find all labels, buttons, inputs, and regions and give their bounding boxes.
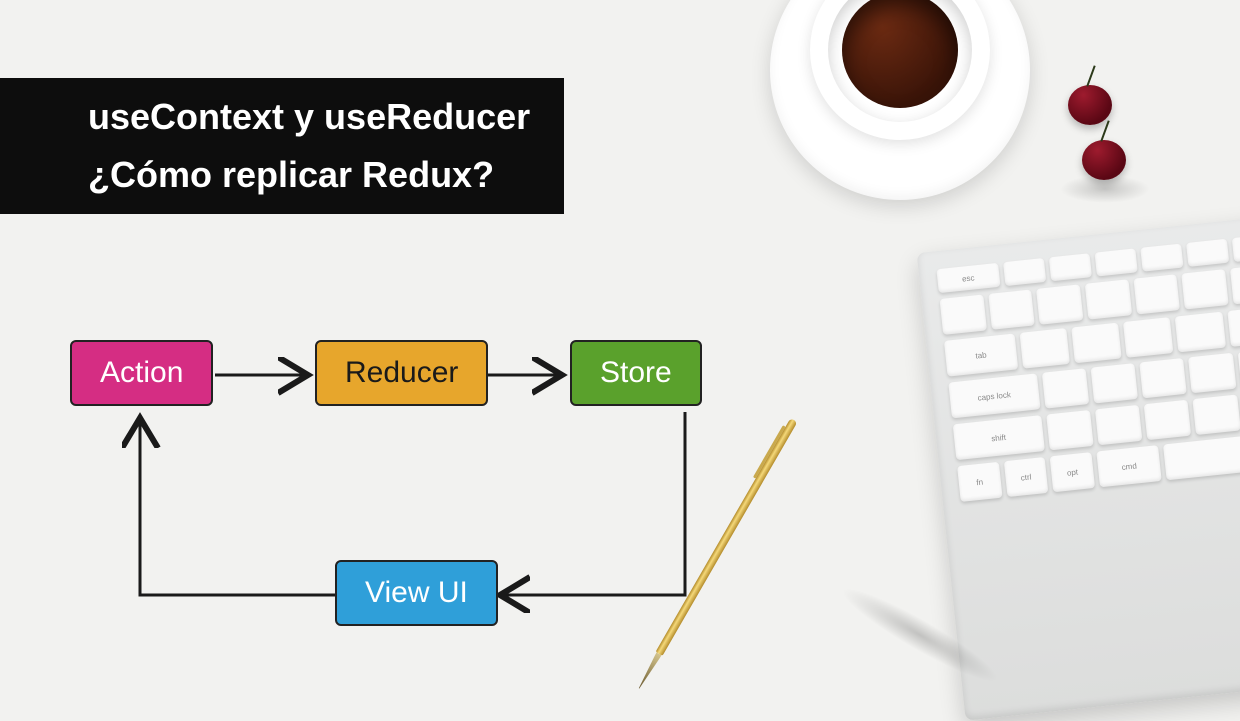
keyboard-key (1095, 405, 1143, 445)
keyboard-key: opt (1050, 452, 1095, 492)
keyboard-key (1163, 436, 1240, 481)
cherry-icon (1068, 85, 1112, 125)
keyboard-key (1094, 248, 1137, 276)
keyboard-key (1036, 284, 1083, 324)
keyboard-key (1232, 234, 1240, 262)
diagram-node-view: View UI (335, 560, 498, 626)
diagram-node-label: Action (100, 356, 183, 390)
keyboard-key (1048, 253, 1091, 281)
redux-flow-diagram: Action Reducer Store View UI (50, 300, 770, 680)
diagram-node-reducer: Reducer (315, 340, 488, 406)
diagram-node-label: View UI (365, 576, 468, 610)
keyboard-key: caps lock (948, 373, 1040, 418)
diagram-node-action: Action (70, 340, 213, 406)
keyboard-key (1140, 244, 1183, 272)
keyboard-key (1090, 363, 1138, 403)
keyboard-key (988, 289, 1035, 329)
arrow-store-view (500, 412, 685, 595)
keyboard-key (1041, 368, 1089, 408)
arrow-view-action (140, 418, 335, 595)
keyboard-key (1181, 269, 1228, 309)
keyboard-key: fn (957, 462, 1002, 502)
keyboard-key (1227, 306, 1240, 347)
keyboard-key (1193, 395, 1240, 435)
cherry-icon (1082, 140, 1126, 180)
diagram-node-store: Store (570, 340, 702, 406)
keyboard-key (940, 295, 987, 335)
keyboard-key: esc (936, 263, 1000, 293)
keyboard-key (1175, 312, 1226, 353)
keyboard-key (1139, 358, 1187, 398)
diagram-node-label: Reducer (345, 356, 458, 390)
keyboard-key: ctrl (1003, 457, 1048, 497)
title-banner: useContext y useReducer ¿Cómo replicar R… (0, 78, 564, 214)
keyboard-key (1003, 258, 1046, 286)
keyboard-key: shift (953, 415, 1045, 460)
title-line-2: ¿Cómo replicar Redux? (88, 154, 530, 196)
keyboard-key (1144, 400, 1192, 440)
coffee-cup (810, 0, 990, 140)
diagram-node-label: Store (600, 356, 672, 390)
keyboard-key (1123, 317, 1174, 358)
keyboard-key (1186, 239, 1229, 267)
keyboard-key (1188, 353, 1236, 393)
keyboard-key (1071, 323, 1122, 364)
keyboard-key (1046, 410, 1094, 450)
coffee-saucer (770, 0, 1030, 200)
keyboard-key: tab (944, 333, 1018, 376)
keyboard-key (1133, 274, 1180, 314)
coffee-liquid (842, 0, 958, 108)
keyboard: esc tab caps lock shift (917, 209, 1240, 720)
keyboard-key (1230, 264, 1240, 304)
keyboard-key (1085, 279, 1132, 319)
keyboard-key: cmd (1096, 445, 1162, 487)
keyboard-key (1019, 328, 1070, 369)
title-line-1: useContext y useReducer (88, 96, 530, 138)
